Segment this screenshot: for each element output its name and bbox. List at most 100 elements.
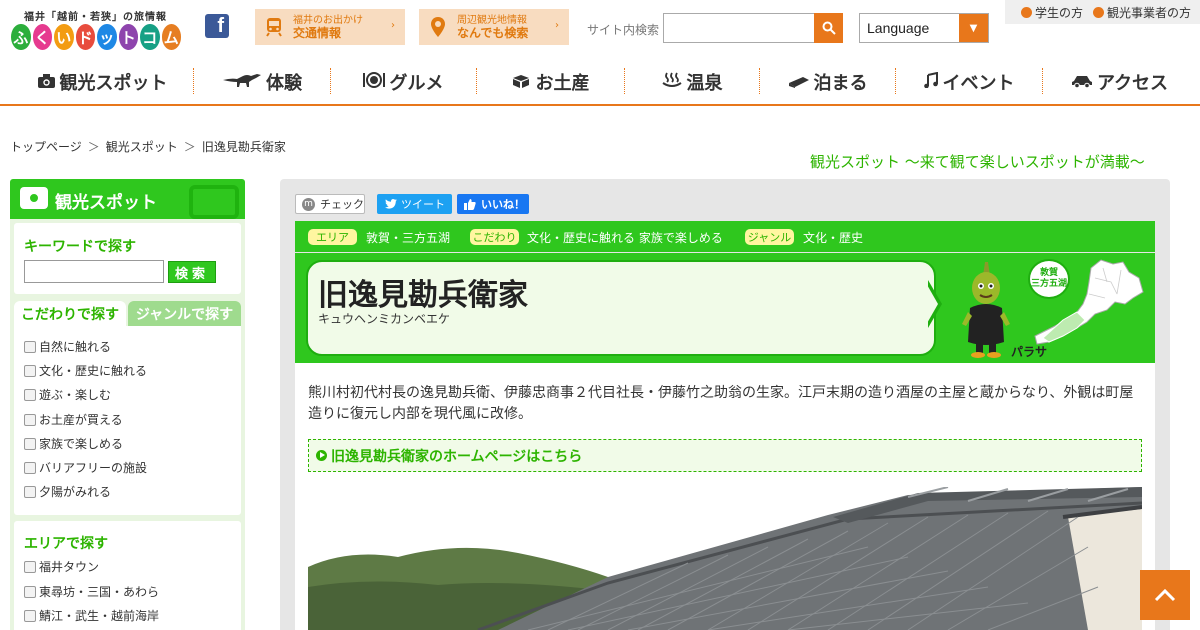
camera-icon [20,187,48,209]
page-title-kana: キュウヘンミカンベエケ [318,312,451,326]
filter-checkbox[interactable]: 自然に触れる [24,338,111,355]
nav-divider [193,68,194,94]
spot-homepage-link-label: 旧逸見勘兵衛家のホームページはこちら [331,448,583,465]
tweet-label: ツイート [401,198,445,211]
music-note-icon [923,71,938,92]
audience-business-link[interactable]: 観光事業者の方 [1093,4,1191,21]
breadcrumb-home[interactable]: トップページ [10,140,82,154]
filter-label: 家族で楽しめる [39,437,124,451]
logo-char: ム [159,22,183,52]
mixi-check-button[interactable]: m チェック [295,194,365,214]
kodawari-tag-label: こだわり [470,229,519,245]
keyword-search-title: キーワードで探す [24,239,136,255]
nav-item-experience[interactable]: 体験 [200,70,325,94]
facebook-like-button[interactable]: いいね！ [457,194,529,214]
nav-item-label: お土産 [535,73,590,94]
area-checkbox[interactable]: 福井タウン [24,558,99,575]
site-logo[interactable]: 福井「越前・若狭」の旅情報 ふくいドットコム [9,8,183,54]
filter-checkbox[interactable]: 夕陽がみれる [24,483,111,500]
area-badge: 敦賀 三方五湖 [1028,259,1070,299]
tab-genre[interactable]: ジャンルで探す [128,301,241,327]
area-checkbox[interactable]: 鯖江・武生・越前海岸 [24,607,159,624]
nav-item-access[interactable]: アクセス [1050,70,1190,94]
area-checkbox[interactable]: 東尋坊・三国・あわら [24,583,159,600]
camera-watermark-icon [189,185,239,219]
spot-homepage-link[interactable]: 旧逸見勘兵衛家のホームページはこちら [308,439,1142,472]
area-label: 福井タウン [39,560,100,574]
checkbox[interactable] [24,388,36,401]
checkbox[interactable] [24,461,36,474]
checkbox[interactable] [24,413,36,426]
section-tagline: 観光スポット 〜来て観て楽しいスポットが満載〜 [810,153,1145,171]
area-badge-line2: 三方五湖 [1030,279,1067,289]
filter-checkbox[interactable]: 家族で楽しめる [24,435,123,452]
bubble-tip-inner [926,283,938,325]
spot-category-bar: エリア 敦賀・三方五湖 こだわり 文化・歴史に触れる 家族で楽しめる ジャンル … [295,221,1155,252]
checkbox[interactable] [24,609,36,622]
genre-tag-value[interactable]: 文化・歴史 [803,229,863,246]
train-icon [265,16,283,38]
checkbox[interactable] [24,437,36,450]
traffic-info-link[interactable]: 福井のお出かけ 交通情報 › [255,9,405,45]
nav-item-gourmet[interactable]: グルメ [337,70,469,94]
hot-spring-icon [661,72,682,92]
site-search-button[interactable] [814,13,843,43]
checkbox[interactable] [24,560,36,573]
traffic-info-line2: 交通情報 [293,26,342,40]
nav-item-sightseeing[interactable]: 観光スポット [20,70,185,94]
breadcrumb-separator: ＞ [87,140,100,154]
nearby-search-link[interactable]: 周辺観光地情報 なんでも検索 › [419,9,569,45]
filter-checkbox[interactable]: お土産が買える [24,411,123,428]
language-select[interactable]: Language ▼ [859,13,989,43]
kodawari-tag-value[interactable]: 文化・歴史に触れる 家族で楽しめる [527,229,723,246]
nav-item-souvenir[interactable]: お土産 [484,70,616,94]
nav-item-stay[interactable]: 泊まる [767,70,889,94]
nav-item-event[interactable]: イベント [903,70,1035,94]
checkbox[interactable] [24,485,36,498]
facebook-like-label: いいね！ [481,198,525,211]
mascot-parasa-icon [962,262,1010,358]
nearby-search-line2: なんでも検索 [457,26,529,40]
logo-char: い [52,22,76,52]
nav-item-label: 観光スポット [59,73,168,94]
nav-divider [895,68,896,94]
dinosaur-icon [223,72,261,92]
checkbox[interactable] [24,585,36,598]
keyword-search-input[interactable] [24,260,164,283]
checkbox[interactable] [24,364,36,377]
keyword-search-button[interactable]: 検索 [168,261,216,283]
plate-icon [362,72,385,92]
filter-label: 夕陽がみれる [39,485,112,499]
nav-item-onsen[interactable]: 温泉 [632,70,752,94]
back-to-top-button[interactable] [1140,570,1190,620]
area-tag-value[interactable]: 敦賀・三方五湖 [366,229,450,246]
chevron-right-icon: › [391,20,395,31]
filter-label: 文化・歴史に触れる [39,364,148,378]
tab-kodawari[interactable]: こだわりで探す [14,301,126,327]
filter-label: バリアフリーの施設 [39,461,148,475]
audience-student-link[interactable]: 学生の方 [1021,4,1083,21]
global-nav: 観光スポット 体験 グルメ お土産 温泉 泊まる イベント アクセス [0,58,1200,106]
tweet-button[interactable]: ツイート [377,194,452,214]
nav-item-label: アクセス [1096,73,1169,94]
site-search-input[interactable] [663,13,815,43]
facebook-icon[interactable]: f [205,14,229,38]
audience-business-label: 観光事業者の方 [1107,5,1192,20]
area-badge-line1: 敦賀 [1039,268,1058,278]
site-search-label: サイト内検索 [587,23,660,37]
filter-checkbox[interactable]: 遊ぶ・楽しむ [24,386,111,403]
logo-wordmark: ふくいドットコム [9,22,183,52]
filter-checkbox[interactable]: 文化・歴史に触れる [24,362,147,379]
logo-tagline: 福井「越前・若狭」の旅情報 [24,12,167,23]
breadcrumb-sightseeing[interactable]: 観光スポット [106,140,178,154]
logo-char: く [30,22,54,52]
filter-checkbox[interactable]: バリアフリーの施設 [24,459,147,476]
nav-divider [759,68,760,94]
checkbox[interactable] [24,340,36,353]
logo-char: ド [73,22,97,52]
nav-item-label: イベント [942,73,1015,94]
spot-photo [308,487,1142,630]
audience-student-label: 学生の方 [1035,5,1084,20]
area-search-title: エリアで探す [24,536,108,552]
nav-item-label: グルメ [389,73,444,94]
